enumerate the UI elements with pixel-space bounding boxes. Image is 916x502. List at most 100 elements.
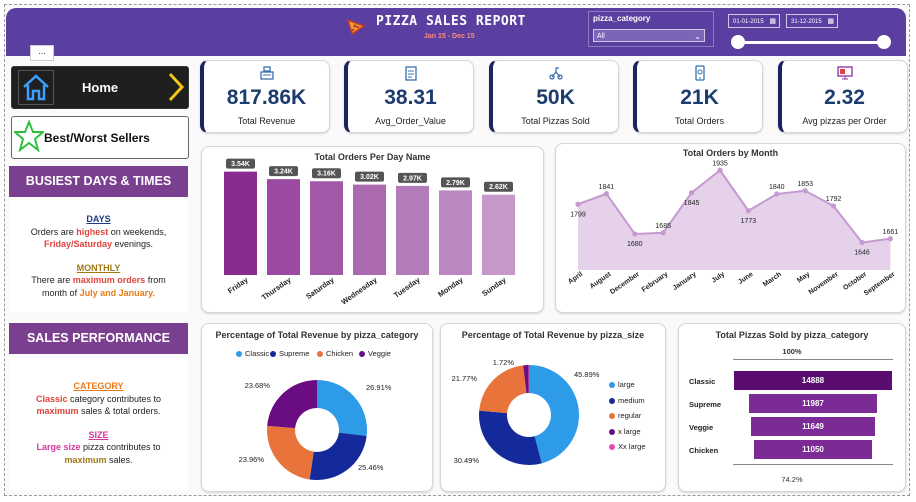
cash-register-icon bbox=[259, 66, 274, 80]
slice bbox=[317, 380, 367, 436]
days-line-1: Orders are highest on weekends, bbox=[9, 226, 188, 239]
data-label: 3.02K bbox=[360, 174, 379, 181]
calendar-icon[interactable]: ▦ bbox=[769, 15, 776, 29]
kpi-label: Total Orders bbox=[674, 116, 725, 126]
data-label: 1661 bbox=[883, 229, 899, 236]
data-label: 2.97K bbox=[403, 175, 422, 182]
text-span: category contributes to bbox=[67, 393, 162, 404]
bar bbox=[439, 190, 472, 275]
data-label: 30.49% bbox=[454, 456, 480, 465]
tick-label: January bbox=[672, 271, 698, 292]
data-label: 1680 bbox=[627, 241, 643, 248]
chevron-down-icon: ⌄ bbox=[694, 32, 701, 41]
text-span: pizza contributes to bbox=[80, 442, 161, 452]
home-label: Home bbox=[82, 80, 119, 95]
data-label: 1840 bbox=[769, 184, 785, 191]
highlight-text: Friday/Saturday bbox=[43, 239, 112, 249]
bar bbox=[482, 194, 515, 275]
size-line-1: Large size pizza contributes to bbox=[9, 441, 188, 454]
pizzas-by-category-funnel: 100% Classic 14888 Supreme 11987 Veggie 11649 C… bbox=[679, 324, 905, 491]
funnel-bar: 11649 bbox=[751, 417, 875, 436]
kpi-card-avg-pizzas-per-order: 2.32 Avg pizzas per Order bbox=[778, 60, 908, 133]
slice bbox=[479, 410, 542, 465]
data-label: 1935 bbox=[712, 160, 728, 167]
data-label: 2.79K bbox=[446, 180, 465, 187]
funnel-top-line bbox=[733, 359, 893, 360]
days-title: DAYS bbox=[86, 214, 111, 224]
funnel-bar: 11987 bbox=[749, 394, 877, 413]
data-point bbox=[575, 201, 581, 207]
data-point bbox=[632, 231, 638, 237]
bar bbox=[267, 179, 300, 275]
data-point bbox=[717, 167, 723, 173]
revenue-by-category-donut: 26.91% 25.46% 23.96% 23.68% bbox=[239, 380, 392, 480]
bar bbox=[396, 185, 429, 275]
orders-per-day-card: Total Orders Per Day Name 3.54K Friday 3.2… bbox=[201, 146, 544, 313]
data-point bbox=[603, 191, 609, 197]
category-line-1: Classic category contributes to bbox=[9, 393, 188, 406]
kpi-label: Avg_Order_Value bbox=[375, 116, 446, 126]
more-options-button[interactable]: ... bbox=[30, 45, 54, 61]
days-line-2: Friday/Saturday evenings. bbox=[9, 238, 188, 251]
highlight-text: maximum bbox=[64, 454, 107, 465]
clipboard-icon bbox=[404, 66, 417, 81]
sales-performance-panel: CATEGORY Classic category contributes to… bbox=[9, 358, 188, 490]
text-span: sales. bbox=[106, 454, 133, 465]
end-date-input[interactable]: 31-12-2015 ▦ bbox=[786, 14, 838, 28]
size-line-2: maximum sales. bbox=[9, 454, 188, 467]
kpi-card-total-pizzas-sold: 50K Total Pizzas Sold bbox=[489, 60, 619, 133]
data-label: 1.72% bbox=[493, 358, 515, 367]
text-span: on weekends, bbox=[108, 226, 167, 237]
busiest-days-heading: BUSIEST DAYS & TIMES bbox=[9, 166, 188, 197]
star-icon bbox=[12, 119, 46, 157]
range-start-handle[interactable] bbox=[731, 35, 745, 49]
slicer-dropdown[interactable]: All ⌄ bbox=[593, 29, 705, 42]
data-label: 1792 bbox=[826, 196, 842, 203]
slice bbox=[267, 425, 314, 480]
revenue-by-size-donut: 45.89% 30.49% 21.77% 1.72% bbox=[452, 358, 600, 465]
tick-label: September bbox=[863, 271, 897, 298]
highlight-text: highest bbox=[76, 226, 109, 237]
data-label: 1845 bbox=[684, 200, 700, 207]
start-date-input[interactable]: 01-01-2015 ▦ bbox=[728, 14, 780, 28]
monthly-title: MONTHLY bbox=[76, 262, 121, 273]
sales-performance-heading: SALES PERFORMANCE bbox=[9, 323, 188, 354]
data-point bbox=[774, 191, 780, 197]
pizza-category-slicer[interactable]: pizza_category All ⌄ bbox=[588, 11, 714, 47]
highlight-text: Large size bbox=[36, 442, 81, 452]
range-end-handle[interactable] bbox=[877, 35, 891, 49]
tick-label: Monday bbox=[436, 275, 465, 299]
category-title: CATEGORY bbox=[73, 381, 124, 391]
highlight-text: maximum orders bbox=[72, 275, 146, 285]
funnel-bar: 11050 bbox=[754, 440, 872, 459]
kpi-label: Total Pizzas Sold bbox=[521, 116, 590, 126]
data-label: 1841 bbox=[599, 184, 615, 191]
tick-label: Friday bbox=[226, 275, 250, 296]
data-point bbox=[887, 236, 893, 242]
data-label: 23.96% bbox=[239, 455, 265, 464]
monthly-line-1: There are maximum orders from bbox=[9, 274, 188, 287]
orders-by-month-chart: 1799 April 1841 August 1680 December 1685 Febru… bbox=[567, 160, 899, 298]
tick-label: March bbox=[762, 271, 783, 289]
text-span: evenings. bbox=[112, 239, 154, 249]
funnel-category-label: Classic bbox=[689, 377, 716, 386]
tick-label: October bbox=[842, 271, 868, 292]
kpi-value: 50K bbox=[536, 86, 575, 109]
home-nav-button[interactable]: Home bbox=[11, 66, 189, 109]
calendar-icon[interactable]: ▦ bbox=[827, 15, 834, 29]
kpi-value: 817.86K bbox=[226, 86, 307, 109]
data-label: 1853 bbox=[797, 181, 813, 188]
pizzas-by-category-card: Total Pizzas Sold by pizza_category 100%… bbox=[678, 323, 906, 492]
kpi-value: 2.32 bbox=[824, 86, 865, 109]
bar bbox=[310, 181, 343, 275]
data-point bbox=[660, 230, 666, 236]
date-range-slider[interactable] bbox=[738, 41, 884, 44]
slicer-label: pizza_category bbox=[593, 14, 651, 23]
funnel-bar: 14888 bbox=[734, 371, 892, 390]
best-worst-nav-button[interactable]: Best/Worst Sellers bbox=[11, 116, 189, 159]
pizza-icon bbox=[346, 16, 366, 41]
data-point bbox=[689, 190, 695, 196]
text-span: from bbox=[145, 275, 166, 285]
data-label: 23.68% bbox=[245, 381, 271, 390]
busiest-days-panel: DAYS Orders are highest on weekends, Fri… bbox=[9, 200, 188, 312]
